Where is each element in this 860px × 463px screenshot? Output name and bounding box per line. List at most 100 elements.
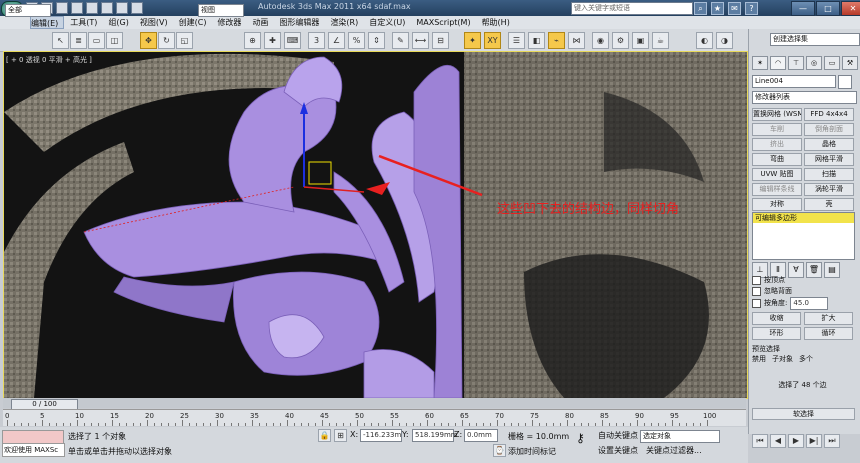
track-bar[interactable]: 0 5 10 15 20 25 30 35 40 45 50 55 60 65 … xyxy=(3,409,746,426)
ring-button[interactable]: 环形 xyxy=(752,327,801,340)
menu-animation[interactable]: 动画 xyxy=(252,16,273,29)
display-tab-icon[interactable]: ▭ xyxy=(824,56,840,70)
select-rotate-icon[interactable]: ↻ xyxy=(158,32,175,49)
activeshade-icon[interactable]: ◑ xyxy=(716,32,733,49)
checkbox[interactable] xyxy=(752,276,761,285)
select-by-name-icon[interactable]: ≣ xyxy=(70,32,87,49)
modifier-button[interactable]: 扫描 xyxy=(804,168,854,181)
select-object-icon[interactable]: ↖ xyxy=(52,32,69,49)
pivot-center-icon[interactable]: ⊕ xyxy=(244,32,261,49)
modifier-button[interactable]: 对称 xyxy=(752,198,802,211)
menu-help[interactable]: 帮助(H) xyxy=(482,16,515,29)
object-color-swatch[interactable] xyxy=(838,75,852,89)
set-key-button[interactable]: 设置关键点 xyxy=(598,445,638,456)
maxscript-listener[interactable] xyxy=(2,430,64,444)
menu-maxscript[interactable]: MAXScript(M) xyxy=(416,16,475,29)
help-search-input[interactable]: 键入关键字或短语 xyxy=(571,2,693,15)
modifier-button[interactable]: 晶格 xyxy=(804,138,854,151)
reference-coordinate-dropdown[interactable]: 视图 xyxy=(198,4,244,17)
lock-selection-icon[interactable]: 🔒 xyxy=(318,429,331,442)
spinner-snap-icon[interactable]: ⇕ xyxy=(368,32,385,49)
keyboard-shortcut-icon[interactable]: ⌨ xyxy=(284,32,301,49)
goto-start-icon[interactable]: ⏮ xyxy=(752,434,768,448)
modifier-button[interactable]: 置换网格 (WSM) xyxy=(752,108,802,121)
curve-editor-icon[interactable]: ⌁ xyxy=(548,32,565,49)
key-icon[interactable]: ⚷ xyxy=(576,431,585,445)
time-tag-icon[interactable]: ⌚ xyxy=(493,444,506,457)
project-folder-icon[interactable] xyxy=(131,2,143,14)
subscription-icon[interactable]: ★ xyxy=(711,2,724,15)
loop-button[interactable]: 循环 xyxy=(804,327,853,340)
render-iterative-icon[interactable]: ◐ xyxy=(696,32,713,49)
maximize-button[interactable]: □ xyxy=(816,1,840,16)
ignore-backfacing-row[interactable]: 忽略背面 xyxy=(752,286,853,297)
play-icon[interactable]: ▶ xyxy=(788,434,804,448)
help-icon[interactable]: ? xyxy=(745,2,758,15)
modifier-button[interactable]: 壳 xyxy=(804,198,854,211)
axis-constraint-icon[interactable]: ✦ xyxy=(464,32,481,49)
mirror-icon[interactable]: ⟷ xyxy=(412,32,429,49)
hold-icon[interactable] xyxy=(101,2,113,14)
redo-icon[interactable] xyxy=(86,2,98,14)
communication-icon[interactable]: ✉ xyxy=(728,2,741,15)
render-setup-icon[interactable]: ⚙ xyxy=(612,32,629,49)
edit-named-selection-icon[interactable]: ✎ xyxy=(392,32,409,49)
preview-subobject-radio[interactable]: 子对象 xyxy=(772,354,793,365)
material-editor-icon[interactable]: ◉ xyxy=(592,32,609,49)
object-name-field[interactable]: Line004 xyxy=(752,75,836,88)
menu-tools[interactable]: 工具(T) xyxy=(70,16,102,29)
menu-create[interactable]: 创建(C) xyxy=(179,16,212,29)
modifier-button[interactable]: 倒角剖面 xyxy=(804,123,854,136)
render-production-icon[interactable]: ☕ xyxy=(652,32,669,49)
select-scale-icon[interactable]: ◱ xyxy=(176,32,193,49)
xy-plane-icon[interactable]: XY xyxy=(484,32,501,49)
by-vertex-row[interactable]: 按顶点 xyxy=(752,275,853,286)
grow-button[interactable]: 扩大 xyxy=(804,312,853,325)
soft-selection-rollout[interactable]: 软选择 xyxy=(752,408,855,420)
modifier-button[interactable]: 编辑样条线 xyxy=(752,183,802,196)
viewport-label[interactable]: [ + 0 透视 0 平滑 + 高光 ] xyxy=(6,55,92,65)
x-coordinate-field[interactable]: -116.233m xyxy=(360,429,402,442)
by-angle-row[interactable]: 按角度: 45.0 xyxy=(752,297,853,310)
modify-tab-icon[interactable]: ◠ xyxy=(770,56,786,70)
preview-multi-radio[interactable]: 多个 xyxy=(799,354,813,365)
add-time-tag-button[interactable]: 添加时间标记 xyxy=(508,446,556,457)
modifier-list-dropdown[interactable]: 修改器列表 xyxy=(752,91,857,104)
menu-customize[interactable]: 自定义(U) xyxy=(369,16,410,29)
hierarchy-tab-icon[interactable]: ⊤ xyxy=(788,56,804,70)
named-selection-set-input[interactable]: 创建选择集 xyxy=(770,33,860,46)
modifier-button[interactable]: 弯曲 xyxy=(752,153,802,166)
goto-end-icon[interactable]: ⏭ xyxy=(824,434,840,448)
snaps-toggle-icon[interactable]: 3 xyxy=(308,32,325,49)
binoculars-icon[interactable]: ⌕ xyxy=(694,2,707,15)
motion-tab-icon[interactable]: ◎ xyxy=(806,56,822,70)
close-button[interactable]: ✕ xyxy=(841,1,860,16)
rendered-frame-icon[interactable]: ▣ xyxy=(632,32,649,49)
menu-rendering[interactable]: 渲染(R) xyxy=(330,16,363,29)
select-manipulate-icon[interactable]: ✚ xyxy=(264,32,281,49)
modifier-button[interactable]: FFD 4x4x4 xyxy=(804,108,854,121)
rectangle-selection-icon[interactable]: ▭ xyxy=(88,32,105,49)
auto-key-button[interactable]: 自动关键点 xyxy=(598,430,638,441)
modifier-button[interactable]: 涡轮平滑 xyxy=(804,183,854,196)
window-crossing-icon[interactable]: ◫ xyxy=(106,32,123,49)
perspective-viewport[interactable] xyxy=(3,51,748,399)
select-move-icon[interactable]: ✥ xyxy=(140,32,157,49)
stack-item-editable-poly[interactable]: 可编辑多边形 xyxy=(753,213,854,223)
key-filters-button[interactable]: 关键点过滤器... xyxy=(646,445,702,456)
time-slider-track[interactable] xyxy=(3,398,746,408)
modifier-button[interactable]: 网格平滑 xyxy=(804,153,854,166)
next-frame-icon[interactable]: ▶| xyxy=(806,434,822,448)
percent-snap-icon[interactable]: % xyxy=(348,32,365,49)
undo-icon[interactable] xyxy=(71,2,83,14)
menu-edit[interactable]: 编辑(E) xyxy=(30,16,65,29)
graphite-tools-icon[interactable]: ◧ xyxy=(528,32,545,49)
create-tab-icon[interactable]: ✶ xyxy=(752,56,768,70)
y-coordinate-field[interactable]: 518.199mm xyxy=(412,429,458,442)
modifier-button[interactable]: 车削 xyxy=(752,123,802,136)
maxscript-mini-listener[interactable]: 欢迎使用 MAXSc xyxy=(2,443,65,457)
checkbox[interactable] xyxy=(752,299,761,308)
z-coordinate-field[interactable]: 0.0mm xyxy=(464,429,498,442)
checkbox[interactable] xyxy=(752,287,761,296)
previous-frame-icon[interactable]: ◀ xyxy=(770,434,786,448)
